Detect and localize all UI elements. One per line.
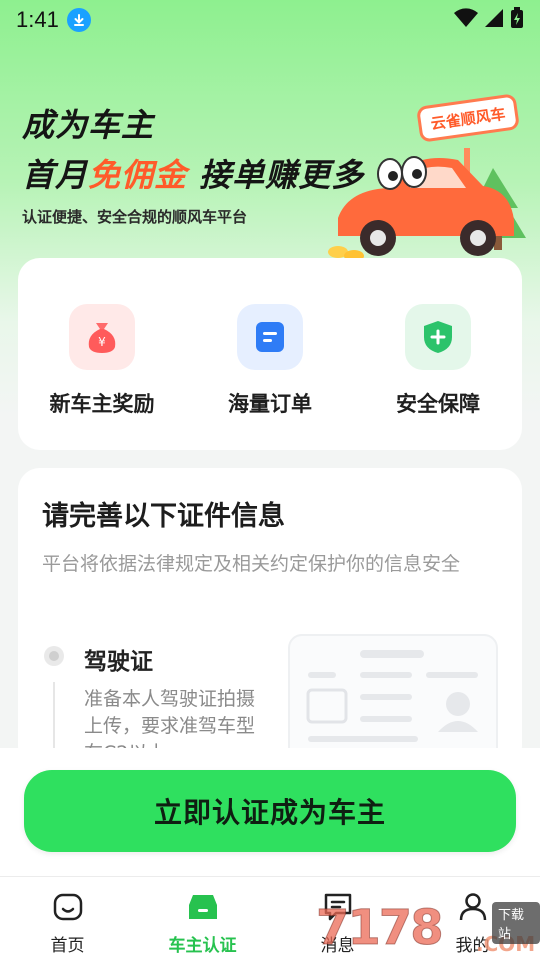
car-illustration (318, 128, 538, 268)
hero-headline: 首月免佣金 接单赚更多 (22, 150, 364, 196)
download-icon (66, 8, 91, 32)
step-indicator (44, 646, 64, 666)
status-time: 1:41 (16, 7, 59, 32)
tab-home[interactable]: 首页 (0, 877, 135, 960)
status-bar: 1:41 (0, 0, 540, 40)
feature-label: 新车主奖励 (49, 392, 155, 416)
document-section-title: 请完善以下证件信息 (42, 501, 285, 532)
document-section-description: 平台将依据法律规定及相关约定保护你的信息安全 (42, 553, 461, 575)
car-icon (186, 891, 220, 927)
shield-icon (405, 304, 471, 370)
feature-mass-orders[interactable]: 海量订单 (195, 304, 345, 450)
feature-label: 安全保障 (396, 392, 480, 416)
watermark: 7178 .COM 下载站 (316, 896, 540, 960)
wifi-icon (454, 8, 478, 32)
hero-title: 成为车主 (22, 106, 155, 144)
hero-subtitle: 认证便捷、安全合规的顺风车平台 (22, 208, 248, 226)
document-card: 请完善以下证件信息 平台将依据法律规定及相关约定保护你的信息安全 驾驶证 准备本… (18, 468, 522, 784)
coin-symbol: ¥ (98, 335, 106, 349)
verify-become-driver-button[interactable]: 立即认证成为车主 (24, 770, 516, 852)
step-title-driving-license: 驾驶证 (84, 649, 153, 675)
watermark-tag: 下载站 (492, 902, 540, 944)
document-icon (237, 304, 303, 370)
tab-label: 首页 (50, 936, 85, 956)
hero-headline-accent: 免佣金 (88, 156, 188, 194)
feature-card: ¥ 新车主奖励 海量订单 安全保障 (18, 258, 522, 450)
watermark-number: 7178 (316, 900, 445, 957)
tab-label: 车主认证 (168, 936, 237, 956)
money-bag-icon: ¥ (69, 304, 135, 370)
feature-label: 海量订单 (228, 392, 312, 416)
feature-new-driver-reward[interactable]: ¥ 新车主奖励 (27, 304, 177, 450)
signal-icon (484, 8, 504, 32)
hero-headline-prefix: 首月 (22, 156, 89, 194)
tab-driver-verification[interactable]: 车主认证 (135, 877, 270, 960)
feature-safety[interactable]: 安全保障 (363, 304, 513, 450)
battery-icon (510, 7, 524, 33)
home-icon (52, 891, 84, 927)
